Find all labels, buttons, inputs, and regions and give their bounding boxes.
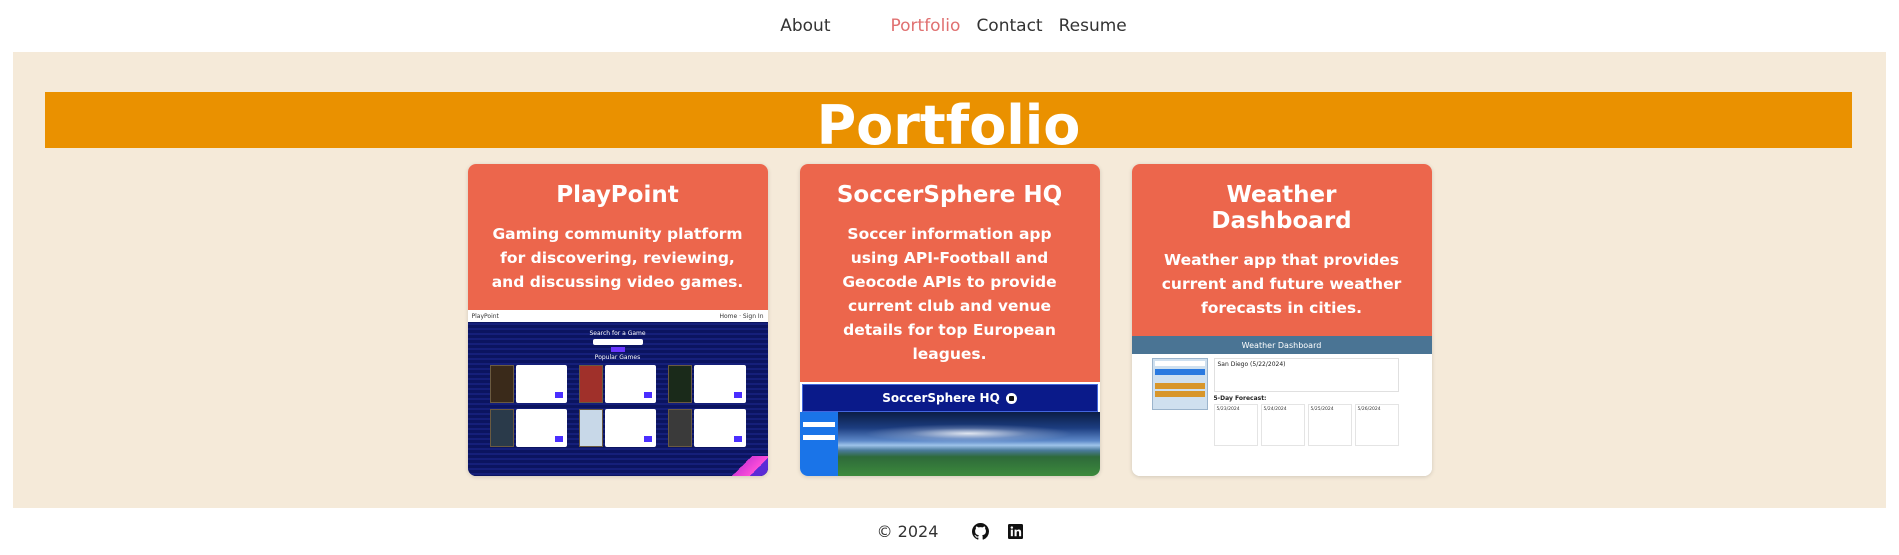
screenshot-header: SoccerSphere HQ	[801, 384, 1098, 412]
screenshot-forecast-panel: San Diego (5/22/2024) 5-Day Forecast: 5/…	[1213, 358, 1412, 446]
forecast-day: 5/25/2024	[1307, 404, 1352, 446]
screenshot-search-heading: Search for a Game	[589, 330, 646, 337]
screenshot-header-text: SoccerSphere HQ	[882, 391, 1000, 405]
footer: © 2024	[0, 508, 1899, 555]
screenshot-forecast-heading: 5-Day Forecast:	[1213, 395, 1267, 402]
game-tile	[578, 409, 657, 447]
screenshot-body	[799, 412, 1100, 476]
game-tile	[668, 365, 746, 403]
game-tile	[668, 409, 746, 447]
game-tile	[489, 409, 567, 447]
card-header: SoccerSphere HQ Soccer information app u…	[799, 164, 1100, 382]
project-card-weather-dashboard[interactable]: Weather Dashboard Weather app that provi…	[1131, 164, 1432, 476]
forecast-day: 5/24/2024	[1260, 404, 1305, 446]
nav-link-portfolio[interactable]: Portfolio	[883, 16, 969, 36]
screenshot-search-input	[592, 339, 643, 345]
card-header: PlayPoint Gaming community platform for …	[467, 164, 768, 310]
forecast-day: 5/26/2024	[1354, 404, 1399, 446]
project-card-playpoint[interactable]: PlayPoint Gaming community platform for …	[467, 164, 768, 476]
project-screenshot[interactable]: PlayPoint Home · Sign In Search for a Gam…	[467, 310, 768, 476]
screenshot-popular-heading: Popular Games	[594, 354, 641, 361]
screenshot-city-line: San Diego (5/22/2024)	[1217, 361, 1286, 368]
screenshot-forecast-days: 5/23/2024 5/24/2024 5/25/2024 5/26/2024	[1213, 404, 1412, 446]
project-screenshot[interactable]: Weather Dashboard San Diego (5/22/2024) …	[1131, 336, 1432, 476]
game-tile	[578, 365, 657, 403]
page-title-banner: Portfolio	[45, 92, 1852, 154]
stadium-image	[837, 412, 1100, 476]
card-description: Soccer information app using API-Footbal…	[842, 225, 1057, 363]
nav-link-resume[interactable]: Resume	[1051, 16, 1135, 36]
game-tile	[489, 365, 567, 403]
portfolio-section: Portfolio PlayPoint Gaming community pla…	[13, 52, 1886, 508]
project-card-soccersphere[interactable]: SoccerSphere HQ Soccer information app u…	[799, 164, 1100, 476]
card-description: Weather app that provides current and fu…	[1161, 251, 1402, 317]
top-nav: About Portfolio Contact Resume	[0, 0, 1899, 52]
screenshot-current-weather: San Diego (5/22/2024)	[1213, 358, 1399, 392]
card-title: PlayPoint	[556, 182, 679, 208]
copyright: © 2024	[876, 522, 939, 541]
card-title: Weather Dashboard	[1211, 182, 1352, 234]
screenshot-sidebar	[799, 412, 838, 476]
nav-links: About Portfolio Contact Resume	[772, 16, 1135, 36]
screenshot-game-grid	[468, 361, 768, 451]
card-description: Gaming community platform for discoverin…	[491, 225, 744, 291]
page-title: Portfolio	[816, 94, 1081, 157]
project-cards: PlayPoint Gaming community platform for …	[13, 164, 1886, 476]
screenshot-header: Weather Dashboard	[1131, 336, 1432, 354]
nav-link-about[interactable]: About	[772, 16, 838, 36]
decorative-graphic	[727, 456, 768, 476]
nav-link-contact[interactable]: Contact	[968, 16, 1050, 36]
forecast-day: 5/23/2024	[1213, 404, 1258, 446]
soccer-ball-icon	[1005, 392, 1017, 404]
card-header: Weather Dashboard Weather app that provi…	[1131, 164, 1432, 336]
screenshot-search-panel	[1151, 358, 1208, 410]
screenshot-search-button	[610, 347, 625, 352]
screenshot-navbar: PlayPoint Home · Sign In	[467, 310, 768, 322]
project-screenshot[interactable]: SoccerSphere HQ	[799, 382, 1100, 476]
footer-content: © 2024	[877, 522, 1043, 541]
github-icon[interactable]	[972, 523, 990, 540]
card-title: SoccerSphere HQ	[836, 182, 1063, 208]
linkedin-icon[interactable]	[1007, 523, 1024, 540]
screenshot-body: San Diego (5/22/2024) 5-Day Forecast: 5/…	[1132, 354, 1432, 450]
